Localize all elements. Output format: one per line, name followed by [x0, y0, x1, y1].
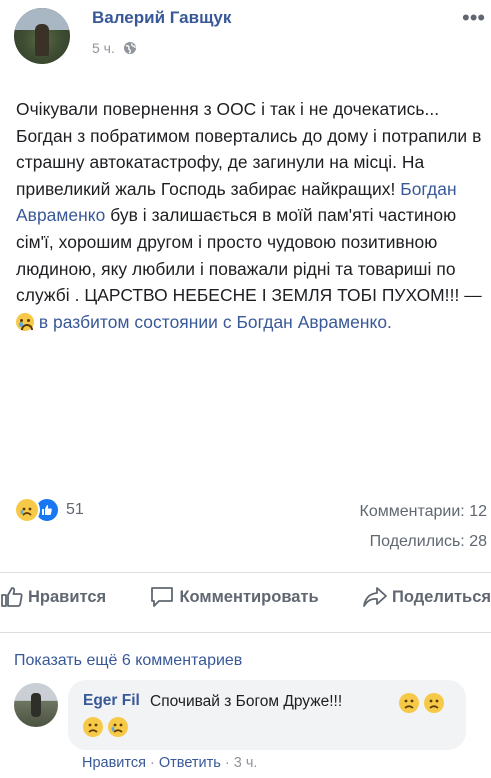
comment-reply-link[interactable]: Ответить [159, 755, 221, 771]
comment-actions: Нравится · Ответить · 3 ч. [82, 755, 257, 771]
sad-reaction-icon [14, 497, 40, 523]
shares-count[interactable]: Поделились: 28 [370, 533, 487, 551]
divider [0, 572, 491, 573]
tagged-user-link-2[interactable]: Богдан Авраменко [236, 312, 387, 332]
author-name[interactable]: Валерий Гавщук [92, 8, 231, 28]
reactions-summary[interactable]: 51 [14, 497, 84, 523]
post-meta: 5 ч. [92, 40, 137, 58]
comment-label: Комментировать [179, 587, 319, 606]
share-button[interactable]: Поделиться [362, 585, 491, 609]
thumbs-up-icon [1, 587, 23, 607]
feeling-text[interactable]: в разбитом состоянии с [39, 312, 237, 332]
crying-emoji-icon [108, 717, 128, 737]
post-time[interactable]: 5 ч. [92, 40, 115, 56]
sad-emoji-icon [83, 717, 103, 737]
comment-author[interactable]: Eger Fil [83, 692, 140, 710]
sad-emoji-icon [399, 693, 419, 713]
post-text: Очікували повернення з ООС і так і не до… [16, 96, 484, 335]
separator-dot: · [224, 755, 234, 771]
divider [0, 632, 491, 633]
reaction-count: 51 [66, 501, 84, 518]
share-icon [363, 587, 387, 607]
comment-text: Спочивай з Богом Друже!!! [150, 693, 343, 710]
comment-like-link[interactable]: Нравится [82, 755, 146, 771]
separator-dot: · [150, 755, 159, 771]
comment-icon [151, 587, 174, 607]
comment-button[interactable]: Комментировать [149, 585, 319, 609]
post-action-bar: Нравится Комментировать Поделиться [0, 585, 491, 609]
commenter-avatar[interactable] [14, 683, 58, 727]
author-avatar[interactable] [14, 8, 70, 64]
comment-time[interactable]: 3 ч. [234, 755, 258, 771]
post-text-end: . [387, 311, 392, 332]
sad-emoji-icon [424, 693, 444, 713]
like-label: Нравится [28, 587, 107, 606]
comments-count[interactable]: Комментарии: 12 [360, 503, 487, 521]
show-more-comments-link[interactable]: Показать ещё 6 комментариев [14, 652, 242, 670]
crying-face-icon [16, 312, 34, 331]
globe-icon [123, 41, 137, 58]
comment-bubble [68, 680, 466, 750]
share-label: Поделиться [391, 587, 491, 606]
like-button[interactable]: Нравится [0, 585, 106, 609]
more-options-icon[interactable]: ••• [462, 7, 485, 29]
